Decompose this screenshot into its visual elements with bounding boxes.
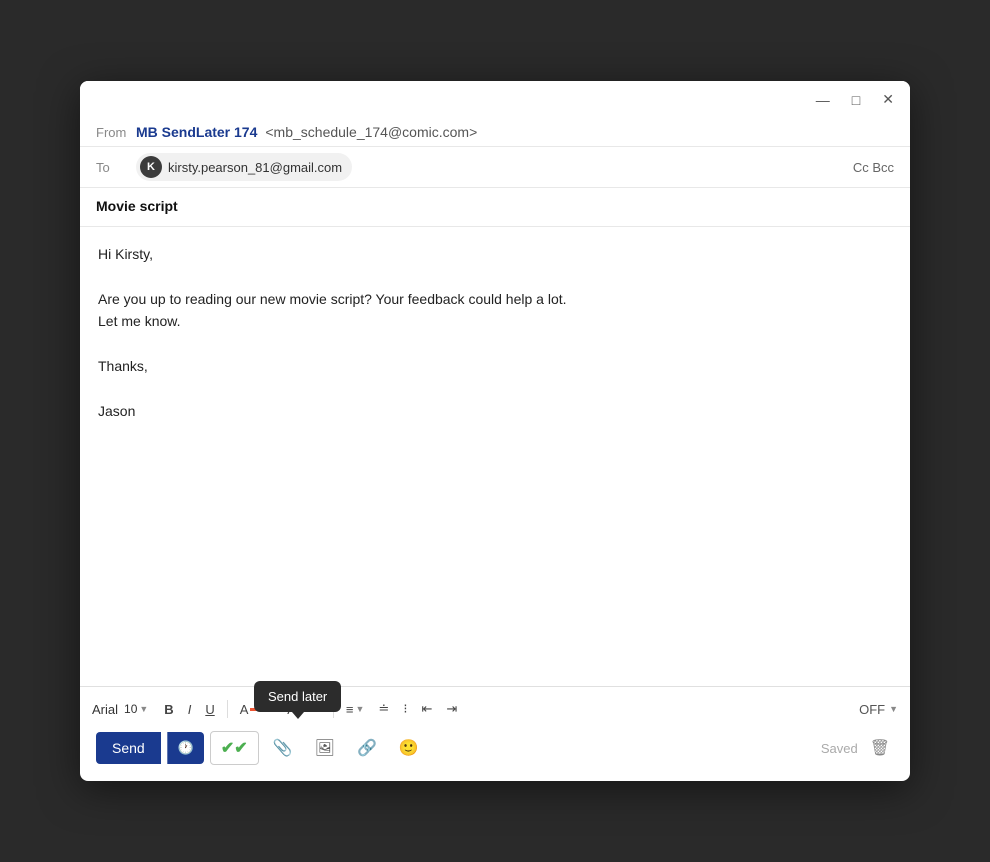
recipient-chip[interactable]: K kirsty.pearson_81@gmail.com (136, 153, 352, 181)
send-clock-button[interactable]: 🕐 (167, 732, 204, 764)
attachment-icon: 📎 (273, 740, 293, 757)
font-color-chevron-icon: ▼ (264, 704, 273, 714)
actions-bar: Send later Send 🕐 ✔✔ 📎 🖼 🔗 (92, 725, 898, 775)
double-check-icon: ✔✔ (221, 738, 248, 758)
maximize-button[interactable]: □ (848, 90, 864, 110)
delete-button[interactable]: 🗑 (866, 734, 894, 762)
subject-row[interactable]: Movie script (80, 188, 910, 227)
indent-decrease-icon: ⇤ (421, 701, 432, 717)
avatar: K (140, 156, 162, 178)
font-size-value: 10 (124, 702, 137, 716)
link-button[interactable]: 🔗 (349, 732, 385, 764)
align-chevron-icon: ▼ (355, 704, 364, 714)
toolbar-area: Arial 10 ▼ B I U A ▼ A ▼ (80, 686, 910, 781)
image-icon: 🖼 (315, 740, 335, 757)
font-size-selector[interactable]: 10 ▼ (124, 702, 148, 716)
numbered-list-button[interactable]: ≐ (372, 697, 395, 721)
align-icon: ≡ (346, 702, 354, 717)
bullet-list-button[interactable]: ⁝ (397, 697, 413, 721)
from-row: From MB SendLater 174 <mb_schedule_174@c… (80, 118, 910, 147)
underline-button[interactable]: U (199, 698, 220, 721)
separator-2 (333, 700, 334, 718)
window-controls: — □ ✕ (812, 89, 898, 110)
emoji-icon: 🙂 (399, 740, 419, 757)
highlight-icon: A (287, 702, 296, 717)
align-button[interactable]: ≡ ▼ (340, 698, 371, 721)
indent-increase-icon: ⇥ (446, 701, 457, 717)
saved-label: Saved (821, 741, 858, 756)
link-icon: 🔗 (357, 740, 377, 757)
off-label: OFF (859, 702, 885, 717)
close-button[interactable]: ✕ (878, 89, 898, 110)
clock-icon: 🕐 (178, 740, 194, 756)
cc-bcc-button[interactable]: Cc Bcc (853, 160, 894, 175)
to-label: To (96, 160, 128, 175)
subject-text: Movie script (96, 198, 178, 214)
recipient-email: kirsty.pearson_81@gmail.com (168, 160, 342, 175)
trash-icon: 🗑 (870, 740, 890, 757)
attachment-button[interactable]: 📎 (265, 732, 301, 764)
sender-name: MB SendLater 174 (136, 124, 257, 140)
title-bar: — □ ✕ (80, 81, 910, 118)
numbered-list-icon: ≐ (378, 701, 389, 717)
confirm-button[interactable]: ✔✔ (210, 731, 259, 765)
saved-area: Saved 🗑 (821, 734, 894, 762)
email-body[interactable]: Hi Kirsty, Are you up to reading our new… (80, 227, 910, 686)
italic-button[interactable]: I (182, 698, 198, 721)
font-size-chevron-icon: ▼ (139, 704, 148, 714)
off-toggle[interactable]: OFF ▼ (859, 702, 898, 717)
font-color-button[interactable]: A ▼ (234, 698, 280, 721)
to-row: To K kirsty.pearson_81@gmail.com Cc Bcc (80, 147, 910, 188)
compose-window: — □ ✕ From MB SendLater 174 <mb_schedule… (80, 81, 910, 781)
formatting-bar: Arial 10 ▼ B I U A ▼ A ▼ (92, 693, 898, 725)
emoji-button[interactable]: 🙂 (391, 732, 427, 764)
from-label: From (96, 125, 128, 140)
indent-increase-button[interactable]: ⇥ (440, 697, 463, 721)
indent-decrease-button[interactable]: ⇤ (415, 697, 438, 721)
font-color-icon: A (240, 702, 249, 717)
separator-1 (227, 700, 228, 718)
minimize-button[interactable]: — (812, 90, 834, 110)
highlight-color-button[interactable]: A ▼ (281, 698, 327, 721)
sender-email: <mb_schedule_174@comic.com> (265, 124, 477, 140)
send-button[interactable]: Send (96, 732, 161, 764)
send-label: Send (112, 740, 145, 756)
image-button[interactable]: 🖼 (307, 732, 343, 764)
font-name-label: Arial (92, 702, 118, 717)
highlight-chevron-icon: ▼ (312, 704, 321, 714)
bullet-list-icon: ⁝ (403, 701, 407, 717)
off-chevron-icon: ▼ (889, 704, 898, 714)
bold-button[interactable]: B (158, 698, 179, 721)
